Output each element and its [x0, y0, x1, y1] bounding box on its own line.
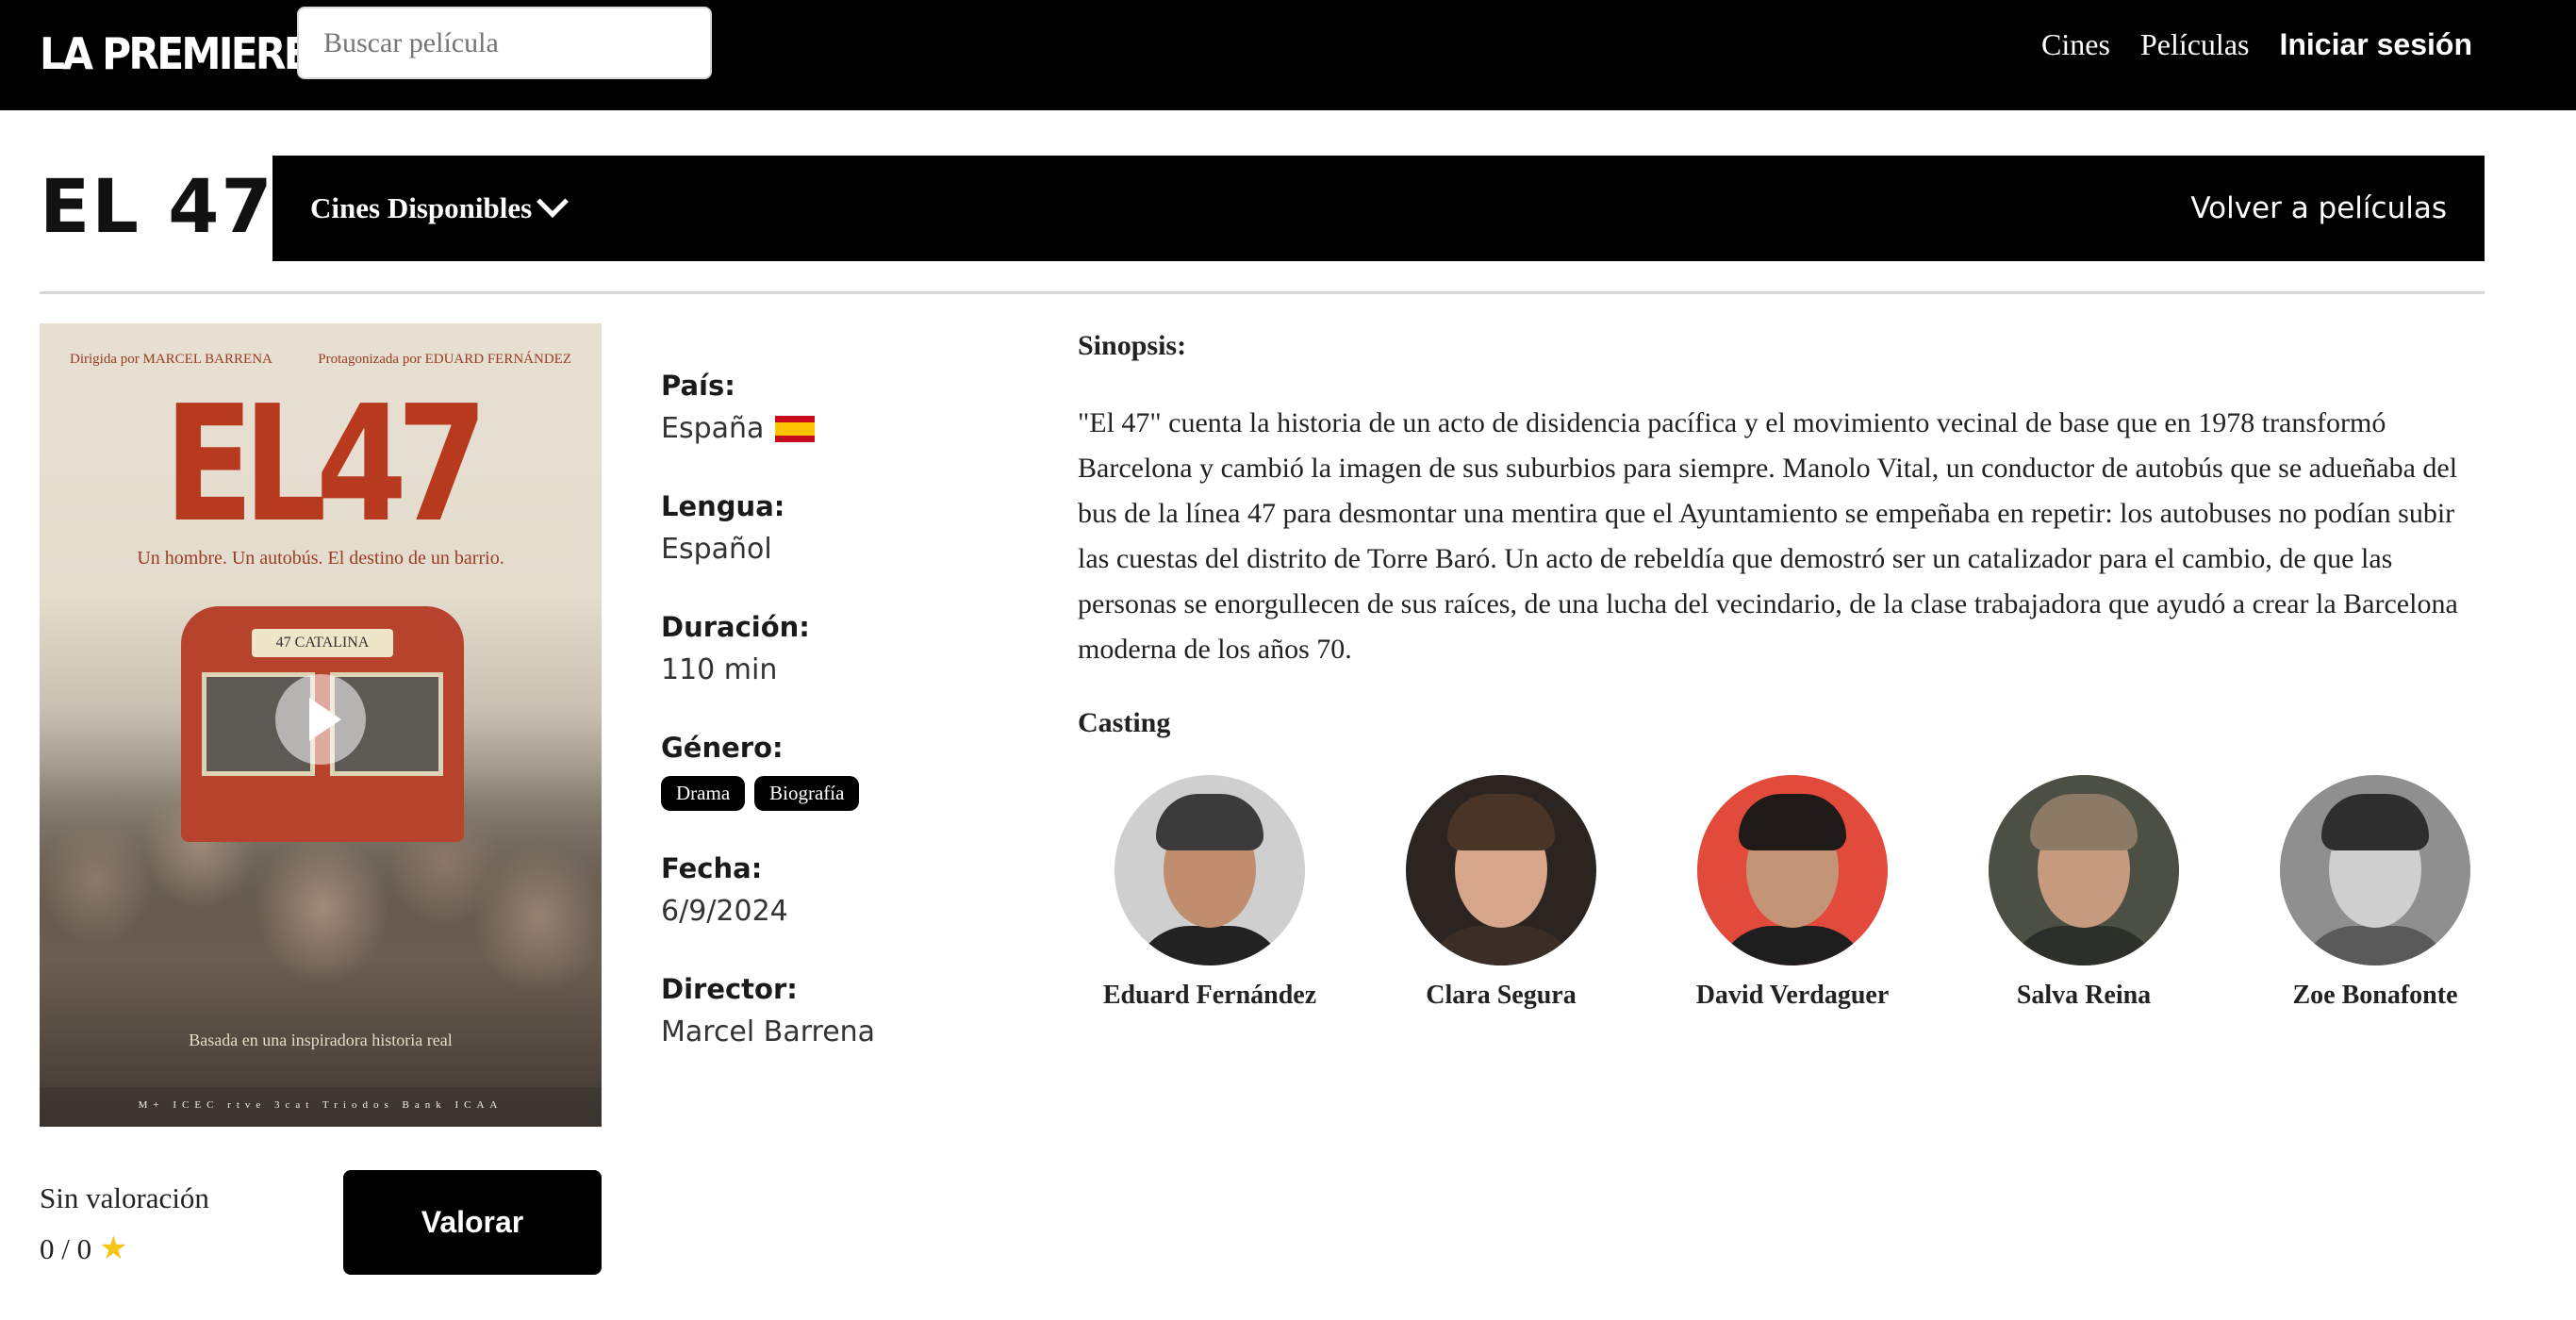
movie-title: EL 47	[40, 165, 274, 250]
cast-name: Clara Segura	[1426, 981, 1577, 1010]
nav-link-peliculas[interactable]: Películas	[2140, 27, 2250, 62]
star-icon: ★	[99, 1231, 128, 1266]
rating-score: 0 / 0	[40, 1232, 92, 1265]
avatar	[1115, 775, 1305, 965]
avatar-hair	[2321, 794, 2429, 850]
cast-name: David Verdaguer	[1695, 981, 1890, 1010]
info-date: Fecha: 6/9/2024	[661, 848, 1000, 968]
duration-value: 110 min	[661, 653, 778, 686]
nav-links: Cines Películas Iniciar sesión	[2011, 21, 2472, 68]
duration-label: Duración:	[661, 611, 810, 643]
top-navbar: LA PREMIERE Cines Películas Iniciar sesi…	[0, 0, 2576, 110]
rating-value: 0 / 0 ★	[40, 1229, 128, 1267]
cast-member[interactable]: Clara Segura	[1369, 775, 1633, 1016]
movie-info-column: País: España Lengua: Español Duración: 1…	[661, 365, 1000, 1089]
avatar-body	[1716, 926, 1869, 965]
avatar	[1989, 775, 2179, 965]
section-divider	[40, 291, 2485, 294]
language-label: Lengua:	[661, 490, 785, 522]
casting-heading: Casting	[1078, 707, 1171, 738]
avatar	[2280, 775, 2470, 965]
info-language: Lengua: Español	[661, 486, 1000, 606]
poster-tagline: Un hombre. Un autobús. El destino de un …	[137, 548, 504, 569]
genre-label: Género:	[661, 732, 784, 764]
country-label: País:	[661, 370, 735, 402]
info-duration: Duración: 110 min	[661, 606, 1000, 727]
country-name: España	[661, 412, 765, 445]
poster-title: EL47	[163, 371, 488, 558]
cast-member[interactable]: Zoe Bonafonte	[2243, 775, 2507, 1016]
poster-director-credit: Dirigida por MARCEL BARRENA	[70, 352, 272, 367]
avatar-body	[1133, 926, 1286, 965]
avatar	[1697, 775, 1888, 965]
date-label: Fecha:	[661, 852, 763, 884]
cines-disponibles-dropdown[interactable]: Cines Disponibles	[310, 156, 570, 261]
movie-poster: Dirigida por MARCEL BARRENA Protagonizad…	[40, 323, 602, 1127]
avatar-hair	[2030, 794, 2138, 850]
login-link[interactable]: Iniciar sesión	[2279, 27, 2472, 62]
cast-name: Salva Reina	[2016, 981, 2152, 1010]
play-icon[interactable]	[275, 674, 366, 765]
poster-star-credit: Protagonizada por EDUARD FERNÁNDEZ	[318, 352, 571, 367]
movie-action-bar: Cines Disponibles Volver a películas	[272, 156, 2485, 261]
cast-name: Zoe Bonafonte	[2292, 981, 2458, 1010]
cast-name: Eduard Fernández	[1102, 981, 1317, 1010]
avatar-hair	[1447, 794, 1555, 850]
site-logo[interactable]: LA PREMIERE	[40, 21, 311, 87]
nav-link-cines[interactable]: Cines	[2041, 27, 2110, 62]
synopsis-heading: Sinopsis:	[1078, 330, 1187, 361]
cines-disponibles-label: Cines Disponibles	[310, 191, 533, 224]
back-to-movies-link[interactable]: Volver a películas	[2190, 156, 2447, 261]
avatar-body	[2299, 926, 2452, 965]
avatar	[1406, 775, 1596, 965]
bus-route-sign: 47 CATALINA	[252, 629, 393, 657]
director-value: Marcel Barrena	[661, 1015, 876, 1048]
avatar-hair	[1739, 794, 1846, 850]
poster-footer-text: Basada en una inspiradora historia real	[189, 1031, 453, 1049]
genre-tag[interactable]: Biografía	[754, 776, 860, 811]
poster-sponsor-logos: M+ ICEC rtve 3cat Triodos Bank ICAA	[138, 1099, 504, 1111]
info-genre: Género: Drama Biografía	[661, 727, 1000, 848]
cast-member[interactable]: Salva Reina	[1952, 775, 2216, 1016]
cast-member[interactable]: Eduard Fernández	[1078, 775, 1342, 1016]
director-label: Director:	[661, 973, 798, 1005]
rate-button[interactable]: Valorar	[343, 1170, 602, 1275]
rating-label: Sin valoración	[40, 1181, 209, 1214]
country-value: España	[661, 406, 1000, 452]
genre-tags: Drama Biografía	[661, 776, 1000, 811]
info-country: País: España	[661, 365, 1000, 486]
cast-member[interactable]: David Verdaguer	[1660, 775, 1924, 1016]
info-director: Director: Marcel Barrena	[661, 968, 1000, 1089]
spain-flag-icon	[775, 416, 816, 442]
search-input[interactable]	[297, 7, 712, 79]
avatar-body	[1425, 926, 1577, 965]
language-value: Español	[661, 533, 772, 566]
chevron-down-icon	[537, 186, 570, 218]
date-value: 6/9/2024	[661, 895, 788, 928]
synopsis-text: "El 47" cuenta la historia de un acto de…	[1078, 407, 2458, 665]
avatar-body	[2007, 926, 2160, 965]
avatar-hair	[1156, 794, 1263, 850]
cast-list: Eduard Fernández Clara Segura David Verd…	[1078, 775, 2492, 1058]
genre-tag[interactable]: Drama	[661, 776, 746, 811]
